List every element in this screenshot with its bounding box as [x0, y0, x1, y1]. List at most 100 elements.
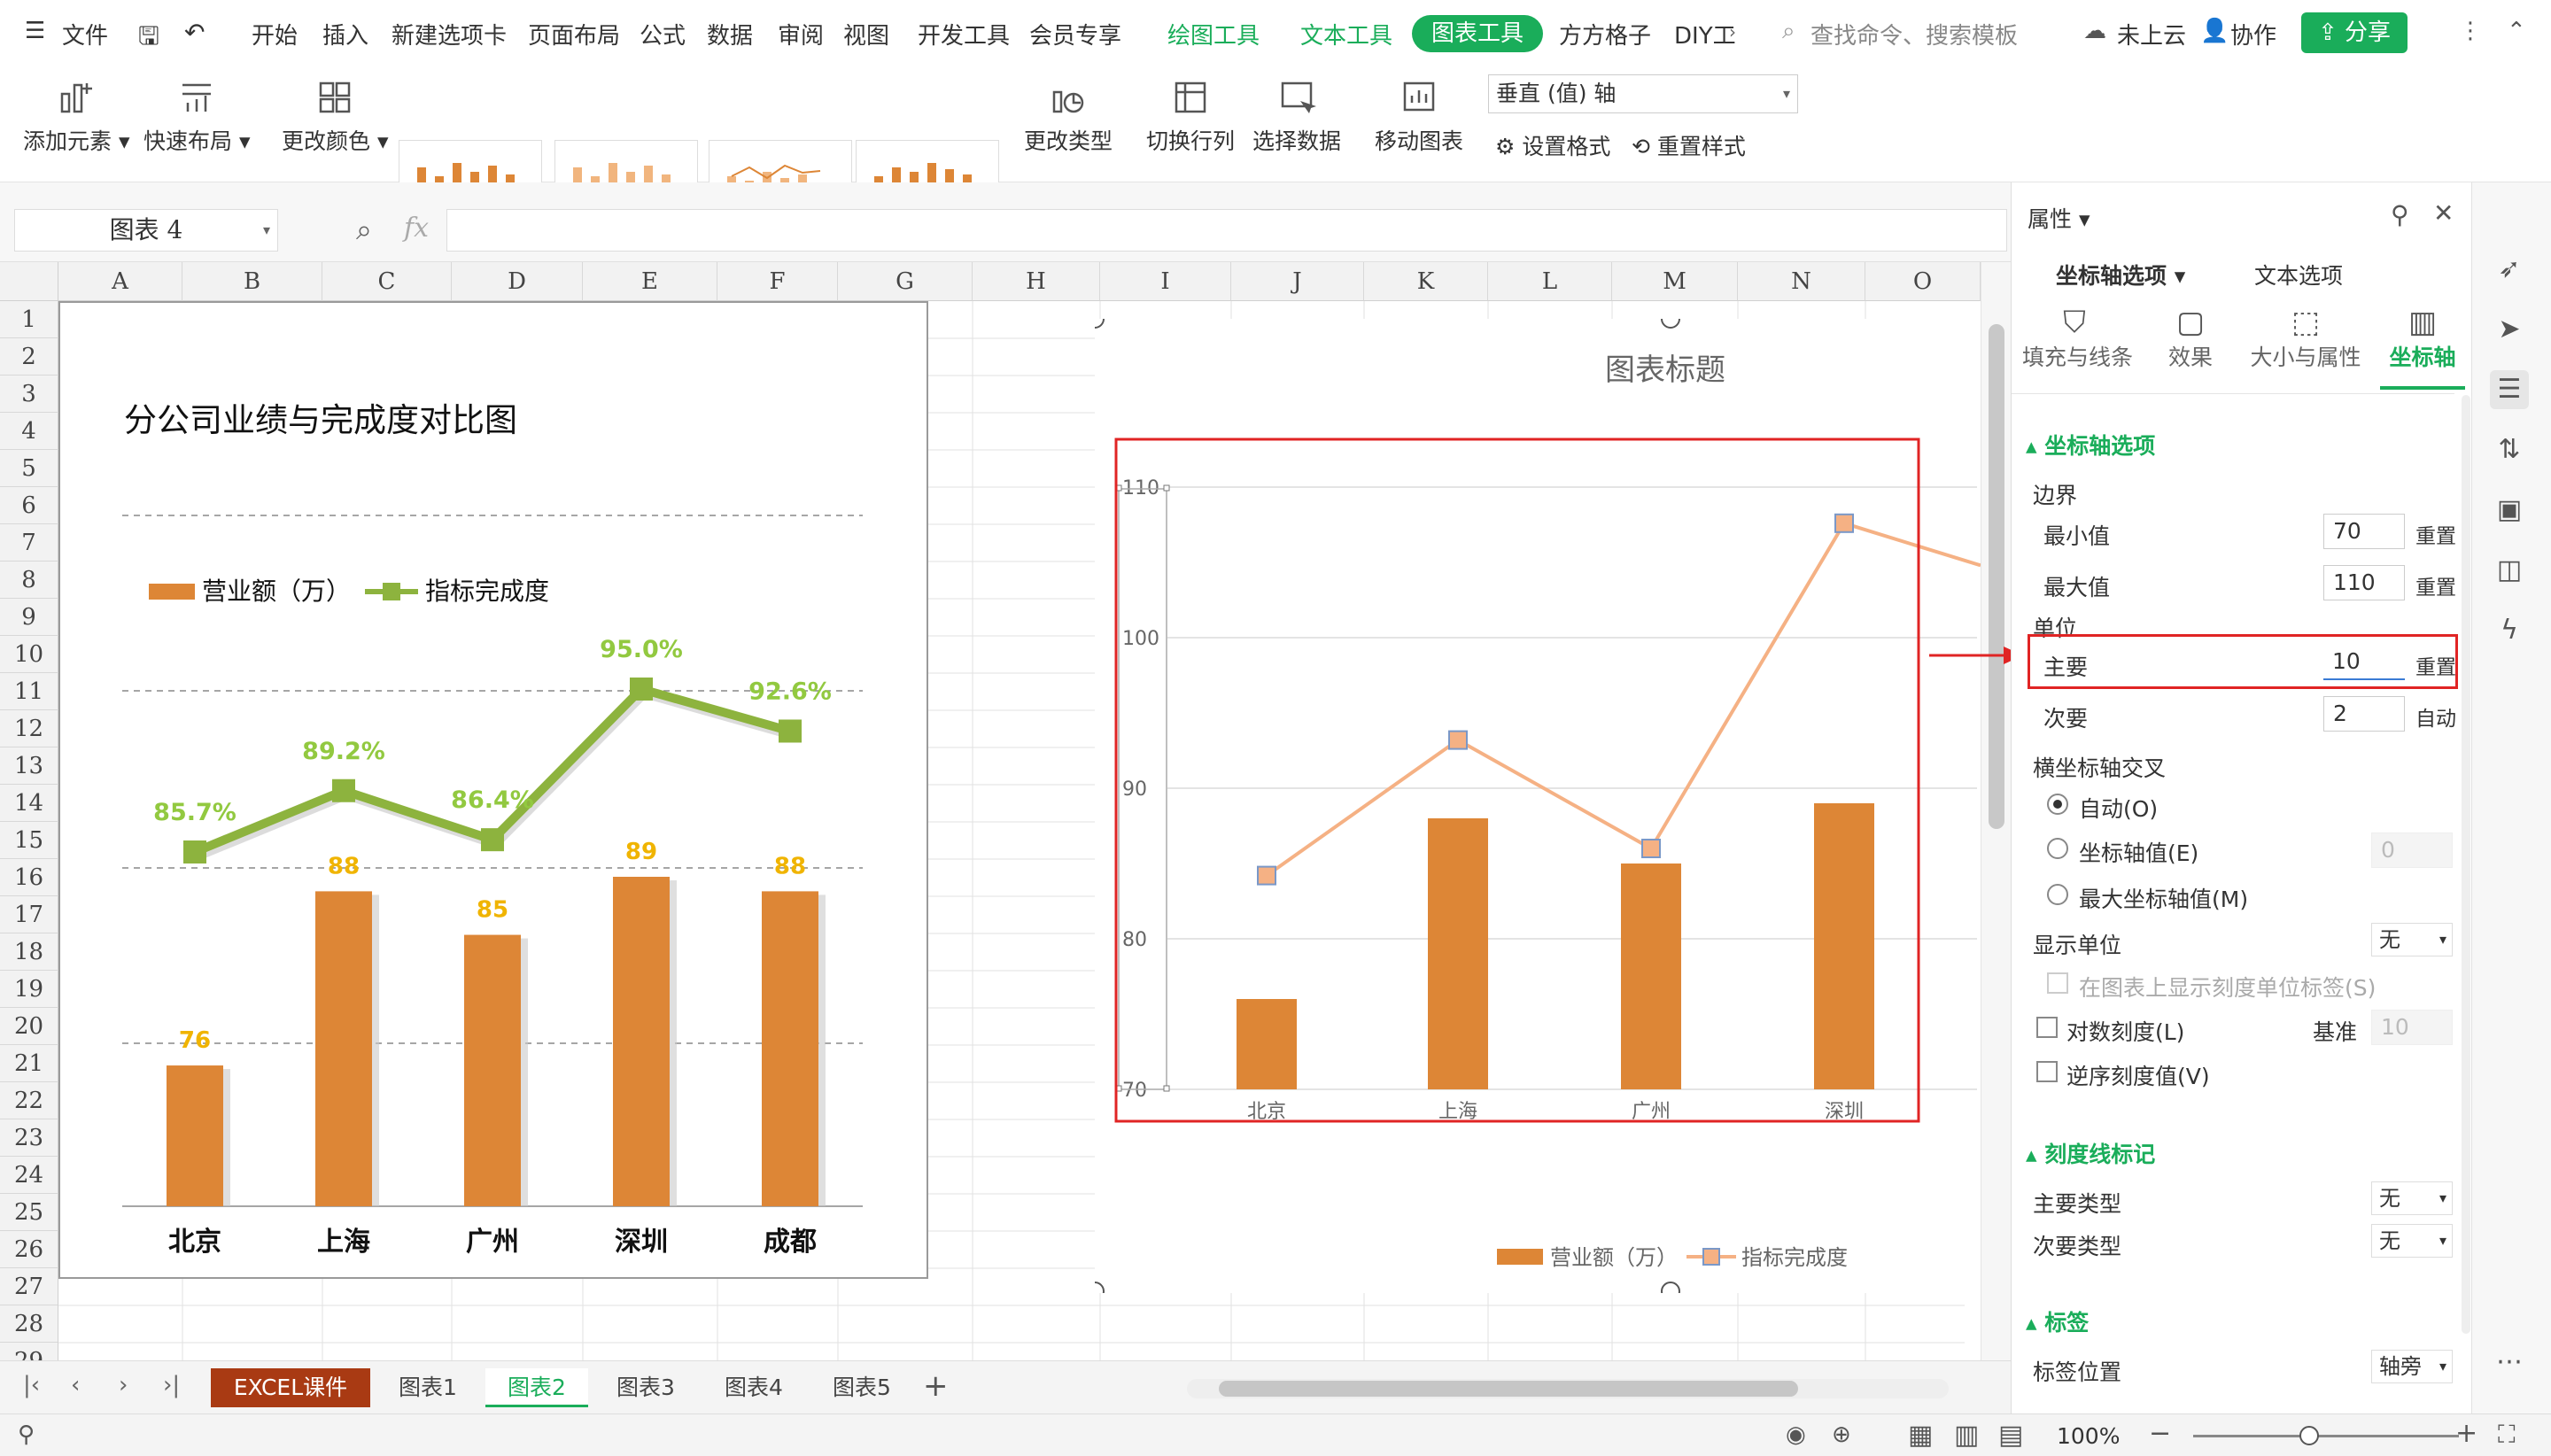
display-unit-select[interactable]: 无 ▾ — [2371, 923, 2453, 956]
format-painter-icon[interactable]: ⇅ — [2490, 430, 2529, 469]
base-input[interactable]: 10 — [2371, 1010, 2453, 1045]
sheet-tab[interactable]: 图表5 — [813, 1368, 911, 1407]
column-header[interactable]: M — [1612, 262, 1738, 301]
book-icon[interactable]: ◫ — [2490, 551, 2529, 590]
row-header[interactable]: 22 — [0, 1082, 58, 1119]
row-header[interactable]: 8 — [0, 561, 58, 599]
subtab-effects[interactable]: ▢ 效果 — [2155, 305, 2226, 372]
major-unit-input[interactable]: 10 — [2323, 645, 2405, 680]
row-header[interactable]: 23 — [0, 1119, 58, 1157]
section-tick-marks[interactable]: ▴ 刻度线标记 — [2026, 1137, 2155, 1169]
column-header[interactable]: C — [322, 262, 452, 301]
fullscreen-icon[interactable]: ⛶ — [2498, 1420, 2516, 1450]
max-reset-button[interactable]: 重置 — [2415, 570, 2456, 600]
column-header[interactable]: A — [58, 262, 182, 301]
image-icon[interactable]: ▣ — [2490, 491, 2529, 530]
search-input[interactable]: 查找命令、搜索模板 — [1811, 18, 2018, 50]
eye-icon[interactable]: ◉ — [1786, 1421, 1806, 1448]
close-icon[interactable]: ✕ — [2433, 198, 2454, 228]
tab-text-tools[interactable]: 文本工具 — [1300, 18, 1392, 50]
chart-element-select[interactable]: 垂直 (值) 轴 ▾ — [1488, 74, 1798, 113]
normal-view-icon[interactable]: ▦ — [1908, 1420, 1933, 1451]
row-header[interactable]: 14 — [0, 785, 58, 822]
quick-layout-button[interactable]: 快速布局 ▾ — [143, 76, 251, 156]
zoom-out-icon[interactable]: − — [2149, 1418, 2171, 1449]
formula-input[interactable] — [446, 209, 2007, 252]
major-type-select[interactable]: 无 ▾ — [2371, 1181, 2453, 1215]
row-header[interactable]: 3 — [0, 376, 58, 413]
collab-button[interactable]: 协作 — [2230, 18, 2276, 50]
cross-auto-radio[interactable] — [2047, 794, 2068, 815]
row-header[interactable]: 9 — [0, 599, 58, 636]
row-header[interactable]: 12 — [0, 710, 58, 747]
rocket-icon[interactable]: ➶ — [2490, 250, 2529, 289]
zoom-level[interactable]: 100% — [2057, 1423, 2120, 1449]
row-header[interactable]: 1 — [0, 301, 58, 338]
row-header[interactable]: 6 — [0, 487, 58, 524]
menu-item[interactable]: 开发工具 — [918, 18, 1010, 50]
log-scale-checkbox[interactable] — [2036, 1017, 2058, 1038]
page-break-icon[interactable]: ▤ — [1998, 1420, 2023, 1451]
tab-chart-tools[interactable]: 图表工具 — [1412, 15, 1543, 52]
chevron-right-icon[interactable]: › — [1729, 21, 1736, 43]
row-header[interactable]: 19 — [0, 971, 58, 1008]
collapse-icon[interactable]: ⌃ — [2507, 18, 2526, 44]
row-header[interactable]: 4 — [0, 413, 58, 450]
column-header[interactable]: H — [973, 262, 1100, 301]
tab-text-options[interactable]: 文本选项 — [2254, 259, 2343, 290]
sheet-tab[interactable]: 图表4 — [705, 1368, 803, 1407]
chart-1[interactable]: 分公司业绩与完成度对比图 营业额（万） 指标完成度 76 88 85 89 88 85.7… — [58, 301, 928, 1279]
macro-icon[interactable]: ⚲ — [18, 1421, 35, 1448]
move-chart-button[interactable]: 移动图表 — [1375, 76, 1463, 156]
row-header[interactable]: 20 — [0, 1008, 58, 1045]
change-color-button[interactable]: 更改颜色 ▾ — [282, 76, 389, 156]
menu-item[interactable]: 插入 — [322, 18, 368, 50]
tab-diy[interactable]: DIY工 — [1674, 18, 1736, 50]
subtab-fill-line[interactable]: ⛉ 填充与线条 — [2022, 305, 2133, 372]
section-axis-options[interactable]: ▴ 坐标轴选项 — [2026, 429, 2155, 461]
row-header[interactable]: 26 — [0, 1231, 58, 1268]
tab-drawing-tools[interactable]: 绘图工具 — [1167, 18, 1260, 50]
scrollbar-thumb[interactable] — [1989, 324, 2004, 829]
minor-auto-button[interactable]: 自动 — [2415, 701, 2456, 732]
cross-max-radio[interactable] — [2047, 884, 2068, 905]
pin-icon[interactable]: ⚲ — [2391, 200, 2409, 229]
column-header[interactable]: D — [452, 262, 583, 301]
row-header[interactable]: 28 — [0, 1305, 58, 1343]
column-header[interactable]: O — [1865, 262, 1981, 301]
set-format-button[interactable]: ⚙ 设置格式 — [1495, 129, 1610, 161]
select-all-corner[interactable] — [0, 262, 58, 301]
menu-item[interactable]: 开始 — [252, 18, 298, 50]
label-position-select[interactable]: 轴旁 ▾ — [2371, 1350, 2453, 1383]
sheet-tab[interactable]: EXCEL课件 — [211, 1368, 370, 1407]
row-header[interactable]: 7 — [0, 524, 58, 561]
menu-item[interactable]: 数据 — [707, 18, 753, 50]
hamburger-icon[interactable]: ☰ — [25, 18, 45, 44]
reverse-checkbox[interactable] — [2036, 1061, 2058, 1082]
column-header[interactable]: E — [583, 262, 717, 301]
menu-item[interactable]: 视图 — [843, 18, 889, 50]
row-header[interactable]: 5 — [0, 450, 58, 487]
zoom-in-icon[interactable]: + — [2455, 1418, 2477, 1449]
row-header[interactable]: 2 — [0, 338, 58, 376]
vertical-scrollbar[interactable] — [1981, 262, 2011, 1360]
share-button[interactable]: ⇪ 分享 — [2301, 12, 2408, 53]
major-reset-button[interactable]: 重置 — [2415, 650, 2456, 680]
column-header[interactable]: I — [1100, 262, 1231, 301]
row-header[interactable]: 18 — [0, 933, 58, 971]
section-labels[interactable]: ▴ 标签 — [2026, 1305, 2089, 1337]
column-header[interactable]: F — [717, 262, 838, 301]
row-header[interactable]: 24 — [0, 1157, 58, 1194]
horizontal-scrollbar[interactable] — [1187, 1379, 1949, 1398]
zoom-slider[interactable] — [2193, 1435, 2459, 1437]
more-icon[interactable]: ⋮ — [2459, 18, 2482, 44]
tab-fangfang[interactable]: 方方格子 — [1559, 18, 1651, 50]
add-element-button[interactable]: 添加元素 ▾ — [23, 76, 130, 156]
menu-item[interactable]: 公式 — [640, 18, 686, 50]
column-header[interactable]: G — [838, 262, 973, 301]
column-header[interactable]: B — [182, 262, 322, 301]
row-header[interactable]: 29 — [0, 1343, 58, 1360]
cursor-icon[interactable]: ➤ — [2490, 310, 2529, 349]
zoom-slider-knob[interactable] — [2299, 1426, 2319, 1445]
row-header[interactable]: 11 — [0, 673, 58, 710]
